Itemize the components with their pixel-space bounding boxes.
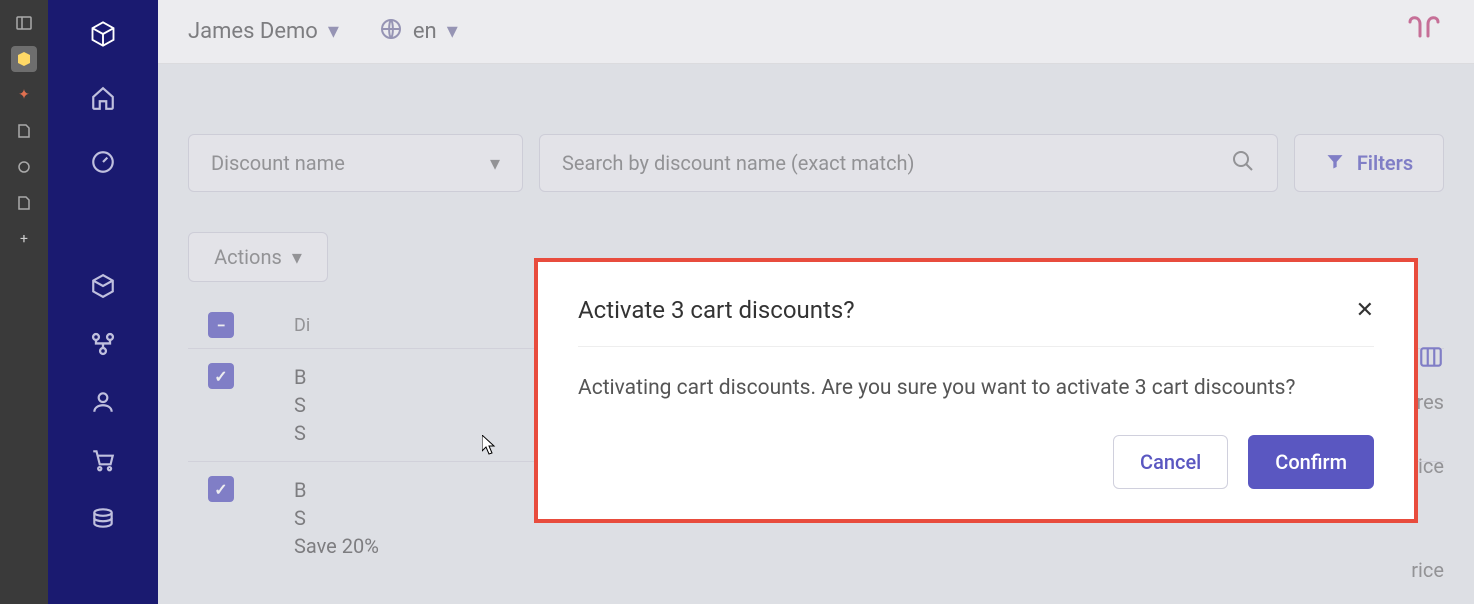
main: James Demo ▾ en ▾ Discount name ▾ bbox=[158, 0, 1474, 604]
column-name-header: Di bbox=[294, 315, 310, 336]
coins-icon[interactable] bbox=[89, 504, 117, 532]
search-box[interactable] bbox=[539, 134, 1278, 192]
filters-button[interactable]: Filters bbox=[1294, 134, 1444, 192]
confirm-button[interactable]: Confirm bbox=[1248, 435, 1374, 489]
topbar: James Demo ▾ en ▾ bbox=[158, 0, 1474, 64]
team-select[interactable]: James Demo ▾ bbox=[188, 19, 339, 44]
globe-icon bbox=[379, 17, 403, 47]
row-name: B S S bbox=[294, 363, 306, 447]
actions-label: Actions bbox=[214, 245, 282, 269]
activity-split-icon[interactable] bbox=[11, 10, 37, 36]
modal-title: Activate 3 cart discounts? bbox=[578, 296, 855, 324]
close-icon[interactable]: ✕ bbox=[1356, 298, 1374, 323]
brand-logo-icon bbox=[1404, 14, 1444, 49]
team-label: James Demo bbox=[188, 19, 318, 44]
activity-bar: ✦ + bbox=[0, 0, 48, 604]
lang-label: en bbox=[413, 19, 437, 44]
row-checkbox[interactable] bbox=[208, 476, 234, 502]
actions-button[interactable]: Actions ▾ bbox=[188, 232, 328, 282]
discount-name-dropdown[interactable]: Discount name ▾ bbox=[188, 134, 523, 192]
activity-circle-icon[interactable] bbox=[11, 154, 37, 180]
user-icon[interactable] bbox=[89, 388, 117, 416]
search-icon bbox=[1231, 149, 1255, 177]
search-input[interactable] bbox=[562, 151, 1231, 175]
select-all-checkbox[interactable] bbox=[208, 312, 234, 338]
chevron-down-icon: ▾ bbox=[328, 19, 339, 44]
cube-icon[interactable] bbox=[89, 272, 117, 300]
speedometer-icon[interactable] bbox=[89, 148, 117, 176]
filters-label: Filters bbox=[1357, 151, 1413, 175]
activity-plus-icon[interactable]: + bbox=[11, 226, 37, 252]
modal-body: Activating cart discounts. Are you sure … bbox=[578, 347, 1374, 435]
activity-file2-icon[interactable] bbox=[11, 190, 37, 216]
cancel-button[interactable]: Cancel bbox=[1113, 435, 1228, 489]
price-column-fragment: rice bbox=[1344, 558, 1444, 582]
chevron-down-icon: ▾ bbox=[292, 245, 302, 269]
chevron-down-icon: ▾ bbox=[490, 151, 500, 175]
filter-icon bbox=[1325, 151, 1345, 176]
activity-box-icon[interactable] bbox=[11, 46, 37, 72]
cart-icon[interactable] bbox=[89, 446, 117, 474]
activity-file-icon[interactable] bbox=[11, 118, 37, 144]
sidebar bbox=[48, 0, 158, 604]
row-name: B S Save 20% bbox=[294, 476, 379, 560]
activity-sparkle-icon[interactable]: ✦ bbox=[11, 82, 37, 108]
chevron-down-icon: ▾ bbox=[447, 19, 458, 44]
confirm-modal: Activate 3 cart discounts? ✕ Activating … bbox=[534, 258, 1418, 523]
row-checkbox[interactable] bbox=[208, 363, 234, 389]
home-icon[interactable] bbox=[89, 84, 117, 112]
org-icon[interactable] bbox=[89, 330, 117, 358]
logo-icon[interactable] bbox=[89, 20, 117, 48]
lang-select[interactable]: en ▾ bbox=[379, 17, 458, 47]
dropdown-label: Discount name bbox=[211, 151, 345, 175]
